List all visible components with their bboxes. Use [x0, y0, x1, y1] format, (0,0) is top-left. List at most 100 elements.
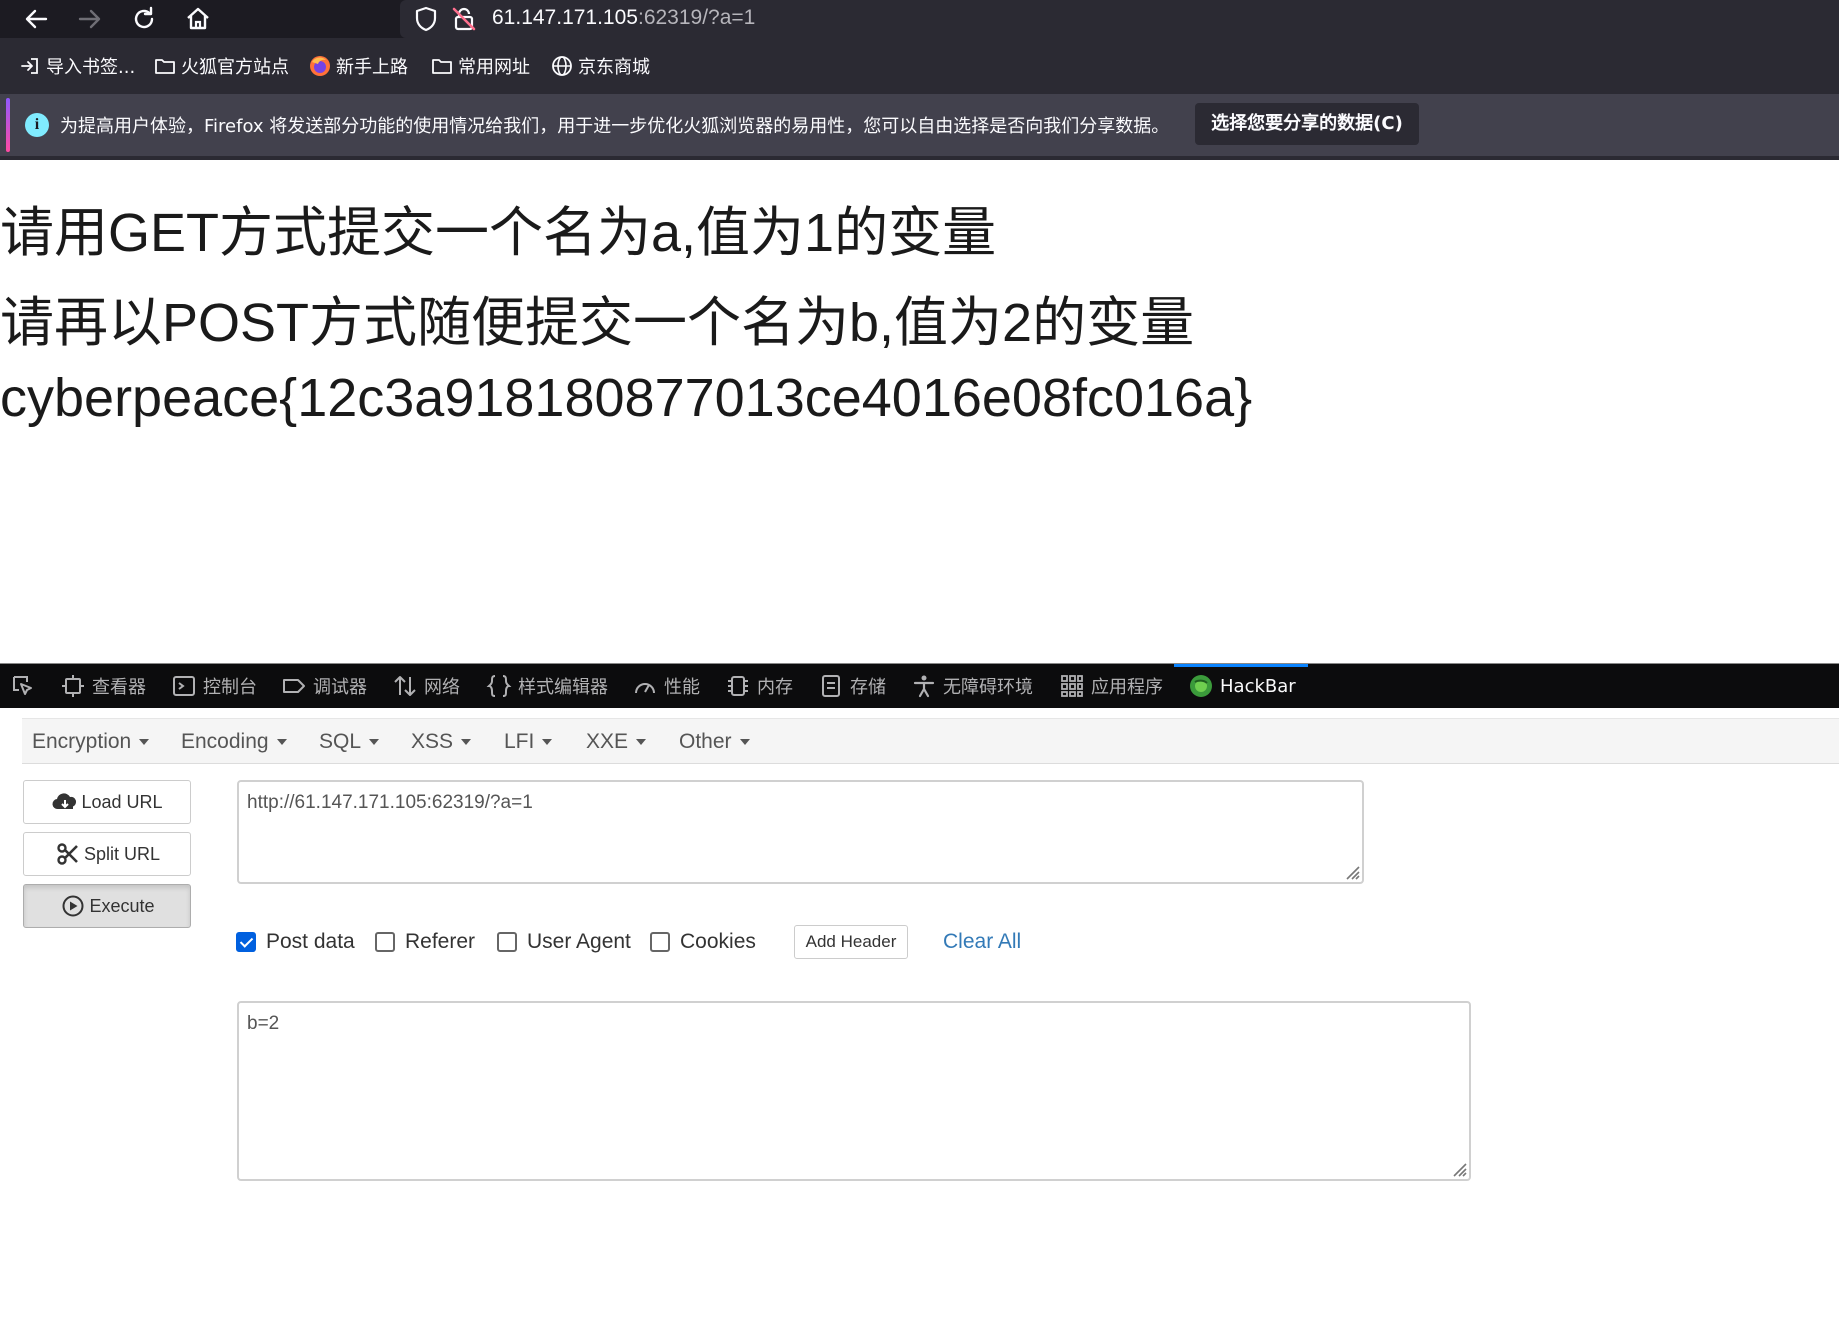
devtools-panel: 查看器 控制台 调试器 网络 样式编辑器 性能 内存 存储 无障碍环境 应用程序…	[0, 663, 1839, 1320]
user-agent-checkbox[interactable]: User Agent	[497, 922, 631, 962]
post-data-textarea[interactable]: b=2	[237, 1001, 1471, 1181]
tab-performance[interactable]: 性能	[632, 664, 700, 708]
notification-message: 为提高用户体验，Firefox 将发送部分功能的使用情况给我们，用于进一步优化火…	[60, 116, 1170, 137]
info-icon: i	[25, 113, 49, 137]
post-data-value: b=2	[247, 1013, 280, 1034]
bookmark-getting-started[interactable]: 新手上路	[308, 52, 408, 80]
tab-console[interactable]: 控制台	[171, 664, 257, 708]
address-bar[interactable]: 61.147.171.105:62319/?a=1	[400, 0, 1839, 38]
bookmark-label: 京东商城	[578, 57, 650, 78]
element-picker-button[interactable]	[10, 664, 42, 708]
clear-all-link[interactable]: Clear All	[943, 922, 1021, 962]
performance-icon	[632, 673, 658, 699]
menu-label: SQL	[319, 730, 362, 753]
application-icon	[1059, 673, 1085, 699]
menu-other[interactable]: Other	[679, 719, 750, 765]
menu-label: XSS	[411, 730, 454, 753]
devtools-tab-bar: 查看器 控制台 调试器 网络 样式编辑器 性能 内存 存储 无障碍环境 应用程序…	[0, 664, 1839, 708]
bookmark-jd[interactable]: 京东商城	[550, 52, 650, 80]
tab-debugger[interactable]: 调试器	[281, 664, 367, 708]
tab-label: 控制台	[203, 677, 257, 698]
firefox-icon	[308, 54, 332, 78]
tab-label: 应用程序	[1091, 677, 1163, 698]
insecure-lock-icon[interactable]	[450, 5, 478, 33]
bookmark-firefox-official[interactable]: 火狐官方站点	[153, 52, 289, 80]
referer-checkbox[interactable]: Referer	[375, 922, 475, 962]
checkbox-label: Post data	[266, 930, 355, 953]
request-options: Post data Referer User Agent Cookies Add…	[236, 922, 1136, 962]
tab-inspector[interactable]: 查看器	[60, 664, 146, 708]
reload-icon	[134, 6, 154, 29]
execute-button[interactable]: Execute	[23, 884, 191, 928]
menu-xss[interactable]: XSS	[411, 719, 472, 765]
tab-hackbar[interactable]: HackBar	[1174, 664, 1308, 708]
home-button[interactable]	[182, 3, 214, 35]
tab-label: 无障碍环境	[943, 677, 1033, 698]
bookmark-label: 导入书签...	[46, 57, 136, 78]
checkbox-checked-icon[interactable]	[236, 932, 256, 952]
url-textarea-value: http://61.147.171.105:62319/?a=1	[247, 792, 533, 813]
style-editor-icon	[486, 673, 512, 699]
tab-label: 性能	[664, 677, 700, 698]
forward-button[interactable]	[74, 3, 106, 35]
post-data-checkbox[interactable]: Post data	[236, 922, 355, 962]
menu-lfi[interactable]: LFI	[504, 719, 553, 765]
folder-icon	[153, 54, 177, 78]
bookmark-label: 常用网址	[458, 57, 530, 78]
caret-down-icon	[542, 739, 553, 746]
instruction-get: 请用GET方式提交一个名为a,值为1的变量	[0, 203, 997, 263]
tab-label: 存储	[850, 677, 886, 698]
storage-icon	[818, 673, 844, 699]
menu-encoding[interactable]: Encoding	[181, 719, 287, 765]
url-textarea[interactable]: http://61.147.171.105:62319/?a=1	[237, 780, 1364, 884]
folder-icon	[430, 54, 454, 78]
tab-storage[interactable]: 存储	[818, 664, 886, 708]
url-path: :62319/?a=1	[637, 6, 756, 29]
picker-icon	[10, 673, 36, 699]
browser-chrome: 61.147.171.105:62319/?a=1 导入书签... 火狐官方站点…	[0, 0, 1839, 160]
resize-handle-icon[interactable]	[1449, 1159, 1467, 1177]
url-host: 61.147.171.105	[492, 6, 638, 29]
menu-sql[interactable]: SQL	[319, 719, 380, 765]
globe-icon	[550, 54, 574, 78]
checkbox-label: Referer	[405, 930, 476, 953]
tab-style-editor[interactable]: 样式编辑器	[486, 664, 608, 708]
tab-label: HackBar	[1220, 675, 1296, 697]
debugger-icon	[281, 673, 307, 699]
choose-data-button[interactable]: 选择您要分享的数据(C)	[1195, 103, 1419, 145]
tracking-protection-icon[interactable]	[412, 5, 440, 33]
split-url-button[interactable]: Split URL	[23, 832, 191, 876]
cookies-checkbox[interactable]: Cookies	[650, 922, 756, 962]
checkbox-icon[interactable]	[497, 932, 517, 952]
tab-network[interactable]: 网络	[392, 664, 460, 708]
bookmark-common-sites[interactable]: 常用网址	[430, 52, 530, 80]
tab-label: 调试器	[313, 677, 367, 698]
arrow-right-icon	[78, 9, 101, 29]
button-label: Load URL	[81, 791, 163, 812]
checkbox-icon[interactable]	[650, 932, 670, 952]
tab-label: 样式编辑器	[518, 677, 608, 698]
tab-accessibility[interactable]: 无障碍环境	[911, 664, 1033, 708]
tab-label: 查看器	[92, 677, 146, 698]
tab-label: 内存	[757, 677, 793, 698]
back-button[interactable]	[20, 3, 52, 35]
tab-memory[interactable]: 内存	[725, 664, 793, 708]
add-header-button[interactable]: Add Header	[794, 925, 908, 959]
flag-text: cyberpeace{12c3a918180877013ce4016e08fc0…	[0, 368, 1253, 428]
menu-label: Encryption	[32, 730, 132, 753]
checkbox-label: Cookies	[680, 930, 756, 953]
memory-icon	[725, 673, 751, 699]
menu-label: Other	[679, 730, 732, 753]
checkbox-icon[interactable]	[375, 932, 395, 952]
menu-xxe[interactable]: XXE	[586, 719, 647, 765]
scissors-icon	[54, 842, 82, 866]
button-label: Split URL	[83, 843, 161, 864]
bookmark-import[interactable]: 导入书签...	[18, 52, 135, 80]
navigation-toolbar: 61.147.171.105:62319/?a=1	[0, 0, 1839, 38]
menu-encryption[interactable]: Encryption	[32, 719, 150, 765]
bookmark-label: 火狐官方站点	[181, 57, 289, 78]
tab-application[interactable]: 应用程序	[1059, 664, 1163, 708]
load-url-button[interactable]: Load URL	[23, 780, 191, 824]
reload-button[interactable]	[128, 3, 160, 35]
resize-handle-icon[interactable]	[1342, 862, 1360, 880]
